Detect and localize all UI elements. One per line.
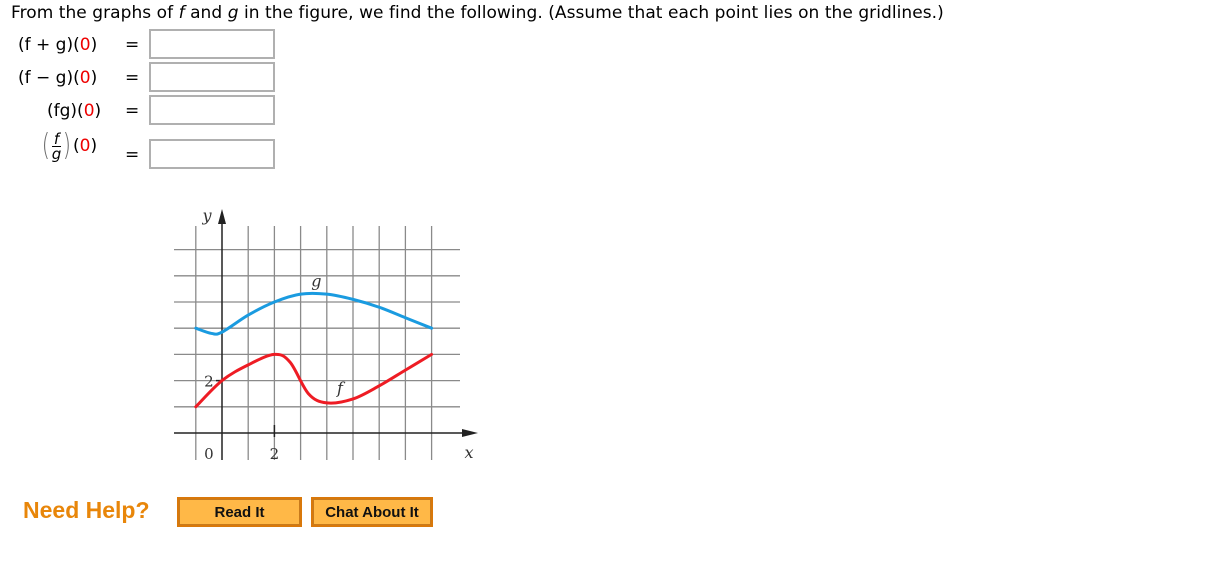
curve-label-f: f [336,379,346,398]
grid [174,226,460,460]
y-tick-label: 2 [204,373,214,391]
need-help-label: Need Help? [23,497,150,523]
chat-about-it-button[interactable]: Chat About It [311,497,433,527]
x-axis-arrow-icon [462,429,478,437]
read-it-button[interactable]: Read It [177,497,302,527]
graph-figure: 0 2 2 x y g f [174,206,478,463]
x-axis-label: x [464,443,473,462]
y-axis-label: y [201,206,212,225]
x-tick-label: 2 [270,445,280,463]
curve-label-g: g [311,271,321,290]
curves [194,291,434,409]
axis-labels: 0 2 2 x y g f [201,206,473,463]
x-tick-label: 0 [204,445,214,463]
y-axis-arrow-icon [218,209,226,224]
